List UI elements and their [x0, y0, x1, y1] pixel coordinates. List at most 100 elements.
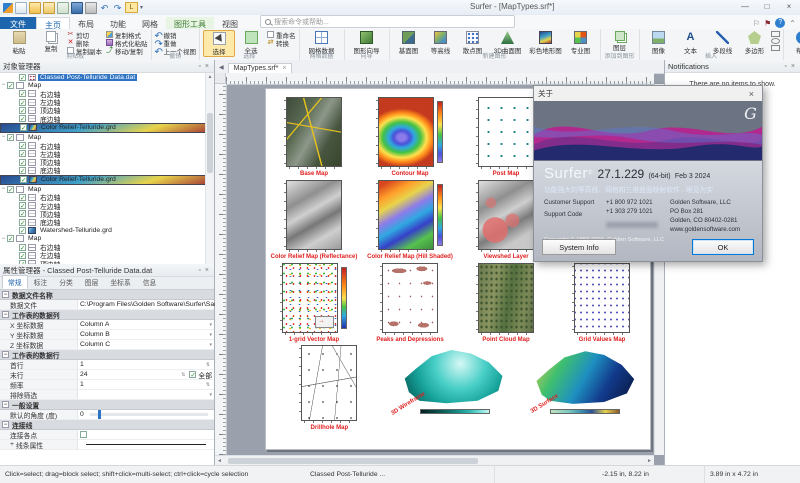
- tree-checkbox[interactable]: ✓: [20, 176, 27, 183]
- tree-item[interactable]: − ✓ 底边轴: [0, 166, 214, 174]
- tree-item[interactable]: − ✓ 左边轴: [0, 150, 214, 158]
- undo-button[interactable]: ↶: [99, 3, 110, 13]
- tree-checkbox[interactable]: ✓: [19, 202, 26, 209]
- qat-menu-button[interactable]: ▾: [140, 3, 143, 13]
- property-tab-info[interactable]: 信息: [137, 275, 163, 289]
- save-button[interactable]: [71, 2, 83, 14]
- map-thumbnail-cell[interactable]: Drillhole Map: [276, 345, 383, 431]
- tree-checkbox[interactable]: ✓: [19, 244, 26, 251]
- canvas-horizontal-scrollbar[interactable]: ◄ ►: [215, 455, 654, 465]
- flag-icon[interactable]: ⚑: [764, 19, 771, 28]
- tree-item[interactable]: − ✓ Classed Post-Telluride Data.dat: [0, 73, 214, 81]
- tab-close-icon[interactable]: ×: [282, 65, 286, 72]
- tab-file[interactable]: 文件: [0, 17, 36, 29]
- worksheet-button[interactable]: [57, 2, 69, 14]
- tree-checkbox[interactable]: ✓: [19, 219, 26, 226]
- tree-expander-icon[interactable]: −: [0, 82, 7, 88]
- y-column-select[interactable]: Column B: [80, 331, 110, 338]
- property-tab-general[interactable]: 常规: [2, 275, 28, 289]
- collapse-icon[interactable]: −: [2, 311, 9, 318]
- tree-checkbox[interactable]: ✓: [20, 124, 27, 131]
- tree-item[interactable]: − ✓ 左边轴: [0, 98, 214, 106]
- maximize-button[interactable]: □: [756, 0, 778, 14]
- frequency-input[interactable]: 1: [80, 381, 84, 388]
- tree-item[interactable]: − ✓ 顶边轴: [0, 158, 214, 166]
- minimize-button[interactable]: —: [734, 0, 756, 14]
- recent-files-button[interactable]: L: [125, 2, 138, 13]
- tree-item[interactable]: − ✓ 顶边轴: [0, 106, 214, 114]
- tree-item[interactable]: − ✓ 右边轴: [0, 141, 214, 149]
- ok-button[interactable]: OK: [692, 239, 754, 255]
- tree-item[interactable]: − ✓ 右边轴: [0, 193, 214, 201]
- scroll-left-icon[interactable]: ◄: [215, 458, 224, 464]
- panel-close-icon[interactable]: ×: [789, 63, 797, 70]
- spinner-icon[interactable]: ⇅: [204, 363, 212, 367]
- document-tab[interactable]: MapTypes.srf* ×: [228, 63, 293, 73]
- tree-item[interactable]: − ✓ 顶边轴: [0, 260, 214, 264]
- map-thumbnail-cell[interactable]: Color Relief Map (Hill Shaded): [362, 180, 458, 260]
- tree-checkbox[interactable]: ✓: [19, 159, 26, 166]
- tab-home[interactable]: 主页: [36, 17, 70, 29]
- panel-close-icon[interactable]: ×: [203, 267, 211, 274]
- tree-item[interactable]: − ✓ Map: [0, 81, 214, 89]
- rectangle-shape-icon[interactable]: [771, 31, 780, 37]
- tree-item[interactable]: − ✓ Watershed-Telluride.grd: [0, 226, 214, 234]
- scrollbar-thumb[interactable]: [228, 458, 478, 464]
- tree-item[interactable]: − ✓ Map: [0, 235, 214, 243]
- tab-view[interactable]: 视图: [214, 17, 246, 29]
- tree-checkbox[interactable]: ✓: [19, 107, 26, 114]
- bell-icon[interactable]: ⚐: [753, 19, 760, 28]
- collapse-ribbon-icon[interactable]: ⌃: [789, 19, 796, 28]
- expand-icon[interactable]: +: [10, 441, 14, 448]
- scroll-right-icon[interactable]: ►: [645, 458, 654, 464]
- system-info-button[interactable]: System Info: [542, 239, 616, 255]
- layer-button[interactable]: 图层: [604, 30, 636, 52]
- first-row-input[interactable]: 1: [80, 361, 84, 368]
- panel-close-icon[interactable]: ×: [203, 63, 211, 70]
- map-thumbnail-cell[interactable]: Base Map: [266, 97, 362, 177]
- chevron-down-icon[interactable]: ▾: [209, 392, 212, 398]
- z-column-select[interactable]: Column C: [80, 341, 110, 348]
- map-thumbnail-cell[interactable]: 3D Wireframe: [383, 345, 527, 431]
- tree-checkbox[interactable]: ✓: [19, 90, 26, 97]
- tree-scrollbar[interactable]: ▲: [205, 73, 214, 264]
- tab-nav-left-icon[interactable]: ◀: [215, 64, 228, 73]
- redo-button[interactable]: ↷: [112, 3, 123, 13]
- section-connect-line[interactable]: −连接线: [0, 420, 214, 430]
- new-button[interactable]: [15, 2, 27, 14]
- convert-button[interactable]: ⇄转换: [267, 39, 296, 46]
- last-row-input[interactable]: 24: [80, 371, 88, 378]
- tree-item[interactable]: − ✓ 底边轴: [0, 218, 214, 226]
- map-thumbnail-cell[interactable]: Peaks and Depressions: [362, 263, 458, 343]
- line-preview[interactable]: [86, 444, 206, 445]
- scroll-up-icon[interactable]: ▲: [206, 73, 214, 81]
- tree-item[interactable]: − ✓ Color Relief-Telluride.grd: [0, 123, 214, 133]
- tree-item[interactable]: − ✓ 底边轴: [0, 114, 214, 122]
- print-button[interactable]: [85, 2, 97, 14]
- tree-checkbox[interactable]: ✓: [19, 227, 26, 234]
- section-worksheet-columns[interactable]: −工作表的数据列: [0, 310, 214, 320]
- scrollbar-thumb[interactable]: [207, 113, 213, 173]
- help-icon[interactable]: ?: [775, 18, 785, 28]
- tree-expander-icon[interactable]: −: [0, 236, 7, 242]
- tree-checkbox[interactable]: ✓: [7, 82, 14, 89]
- tree-item[interactable]: − ✓ 顶边轴: [0, 210, 214, 218]
- chevron-down-icon[interactable]: ▾: [209, 322, 212, 328]
- tree-checkbox[interactable]: ✓: [7, 134, 14, 141]
- tree-checkbox[interactable]: ✓: [19, 260, 26, 264]
- close-button[interactable]: ×: [778, 0, 800, 14]
- section-worksheet-rows[interactable]: −工作表的数据行: [0, 350, 214, 360]
- property-tab-coordsys[interactable]: 坐标系: [104, 275, 136, 289]
- map-thumbnail-cell[interactable]: Point Cloud Map: [458, 263, 554, 343]
- collapse-icon[interactable]: −: [2, 351, 9, 358]
- company-website[interactable]: www.goldensoftware.com: [670, 226, 754, 235]
- collapse-icon[interactable]: −: [2, 291, 9, 298]
- tree-checkbox[interactable]: ✓: [7, 235, 14, 242]
- dialog-title-bar[interactable]: 关于 ×: [534, 86, 762, 101]
- tab-features[interactable]: 功能: [102, 17, 134, 29]
- property-tab-layer[interactable]: 图层: [79, 275, 105, 289]
- tree-item[interactable]: − ✓ Map: [0, 133, 214, 141]
- tree-expander-icon[interactable]: −: [0, 134, 7, 140]
- all-rows-checkbox[interactable]: ✓: [189, 371, 196, 378]
- spinner-icon[interactable]: ⇅: [204, 383, 212, 387]
